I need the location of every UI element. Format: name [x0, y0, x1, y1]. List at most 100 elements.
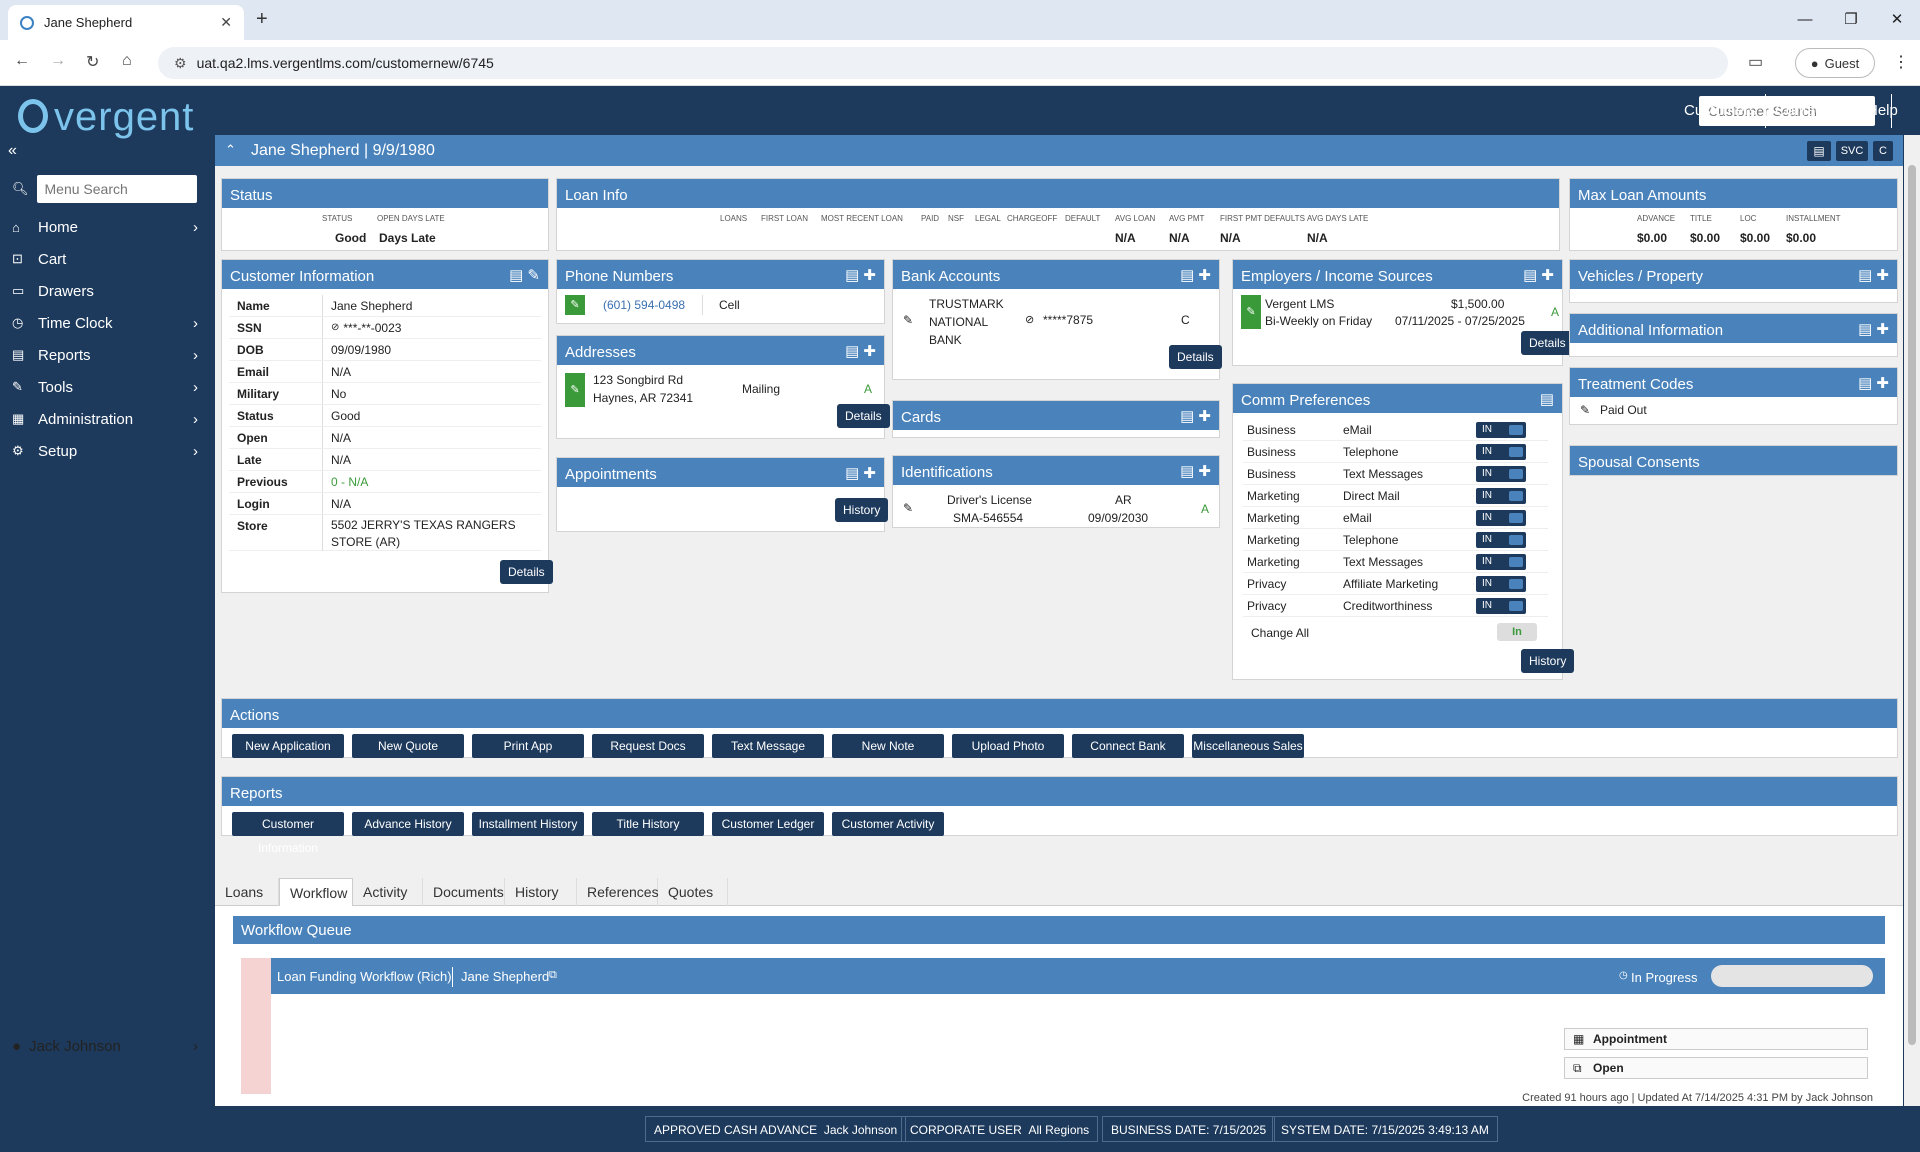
document-icon[interactable]: ▤: [1540, 391, 1554, 408]
sidebar-item-drawers[interactable]: ▭ Drawers: [12, 279, 198, 303]
sidebar-item-setup[interactable]: ⚙ Setup ›: [12, 439, 198, 463]
report-button[interactable]: Advance History: [352, 812, 464, 836]
profile-button[interactable]: ● Guest: [1795, 48, 1875, 78]
document-icon[interactable]: ▤: [845, 343, 859, 360]
close-tab-icon[interactable]: ✕: [220, 14, 232, 31]
comm-toggle[interactable]: IN: [1476, 466, 1526, 482]
help-link[interactable]: Help: [1867, 102, 1898, 119]
document-icon[interactable]: ▤: [1180, 267, 1194, 284]
sidebar-item-administration[interactable]: ▦ Administration ›: [12, 407, 198, 431]
sidebar-item-cart[interactable]: ⊡ Cart: [12, 247, 198, 271]
comm-toggle[interactable]: IN: [1476, 444, 1526, 460]
report-button[interactable]: Customer Ledger: [712, 812, 824, 836]
report-button[interactable]: Customer Activity: [832, 812, 944, 836]
report-button[interactable]: Installment History: [472, 812, 584, 836]
document-icon[interactable]: ▤: [1858, 375, 1872, 392]
document-icon[interactable]: ▤: [845, 267, 859, 284]
minimize-icon[interactable]: —: [1782, 0, 1828, 40]
appointments-history-button[interactable]: History: [835, 498, 889, 522]
add-icon[interactable]: ✚: [863, 267, 876, 284]
comm-toggle[interactable]: IN: [1476, 422, 1526, 438]
comm-history-button[interactable]: History: [1521, 649, 1575, 673]
tab-loans[interactable]: Loans: [215, 878, 279, 906]
reload-icon[interactable]: ↻: [86, 52, 99, 72]
edit-icon[interactable]: ✎: [1580, 403, 1590, 417]
menu-search-input[interactable]: [36, 175, 197, 203]
sidebar-item-tools[interactable]: ✎ Tools ›: [12, 375, 198, 399]
comm-toggle[interactable]: IN: [1476, 576, 1526, 592]
address-bar[interactable]: ⚙ uat.qa2.lms.vergentlms.com/customernew…: [158, 47, 1728, 79]
comm-toggle[interactable]: IN: [1476, 510, 1526, 526]
edit-icon[interactable]: ✎: [903, 313, 913, 327]
customer-details-button[interactable]: Details: [500, 560, 553, 584]
action-button[interactable]: Miscellaneous Sales: [1192, 734, 1304, 758]
menu-dots-icon[interactable]: ⋮: [1893, 52, 1909, 72]
address-details-button[interactable]: Details: [837, 404, 890, 428]
comm-toggle[interactable]: IN: [1476, 532, 1526, 548]
add-icon[interactable]: ✚: [863, 465, 876, 482]
cast-icon[interactable]: ▭: [1748, 52, 1763, 72]
browser-tab[interactable]: Jane Shepherd ✕: [8, 5, 244, 40]
phone-number-link[interactable]: (601) 594-0498: [603, 298, 685, 312]
masked-icon[interactable]: ⊘: [331, 322, 339, 333]
tab-documents[interactable]: Documents: [423, 878, 505, 906]
sidebar-item-reports[interactable]: ▤ Reports ›: [12, 343, 198, 367]
document-icon[interactable]: ▤: [1523, 267, 1537, 284]
page-scrollbar[interactable]: [1904, 135, 1920, 1106]
tab-activity[interactable]: Activity: [353, 878, 423, 906]
appointment-button[interactable]: ▦ Appointment: [1564, 1028, 1868, 1050]
svc-button[interactable]: SVC: [1836, 141, 1868, 161]
action-button[interactable]: New Application: [232, 734, 344, 758]
c-button[interactable]: C: [1873, 141, 1893, 161]
contact-us-link[interactable]: Contact Us: [1775, 102, 1849, 119]
report-button[interactable]: Title History: [592, 812, 704, 836]
workflow-customer-link[interactable]: Jane Shepherd: [461, 969, 549, 984]
comm-toggle[interactable]: IN: [1476, 598, 1526, 614]
open-button[interactable]: ⧉ Open: [1564, 1057, 1868, 1079]
document-icon[interactable]: ▤: [1180, 463, 1194, 480]
forward-icon[interactable]: →: [50, 52, 66, 70]
action-button[interactable]: Text Message: [712, 734, 824, 758]
workflow-name[interactable]: Loan Funding Workflow (Rich): [277, 969, 452, 984]
document-icon[interactable]: ▤: [1858, 321, 1872, 338]
action-button[interactable]: Print App: [472, 734, 584, 758]
add-icon[interactable]: ✚: [1198, 463, 1211, 480]
employer-details-button[interactable]: Details: [1521, 331, 1574, 355]
add-icon[interactable]: ✚: [1198, 267, 1211, 284]
add-icon[interactable]: ✚: [1876, 267, 1889, 284]
edit-icon[interactable]: ✎: [527, 267, 540, 284]
action-button[interactable]: Upload Photo: [952, 734, 1064, 758]
sidebar-item-time-clock[interactable]: ◷ Time Clock ›: [12, 311, 198, 335]
add-icon[interactable]: ✚: [1876, 375, 1889, 392]
add-icon[interactable]: ✚: [1541, 267, 1554, 284]
close-window-icon[interactable]: ✕: [1874, 0, 1920, 40]
collapse-header-icon[interactable]: ⌃: [225, 142, 236, 158]
document-icon[interactable]: ▤: [509, 267, 523, 284]
masked-icon[interactable]: ⊘: [1025, 313, 1034, 326]
edit-icon[interactable]: ✎: [565, 295, 585, 315]
back-icon[interactable]: ←: [14, 52, 30, 70]
document-icon[interactable]: ▤: [1858, 267, 1872, 284]
document-icon[interactable]: ▤: [1807, 141, 1831, 161]
tab-references[interactable]: References: [577, 878, 659, 906]
site-info-icon[interactable]: ⚙: [174, 55, 187, 72]
restore-icon[interactable]: ❐: [1828, 0, 1874, 40]
add-icon[interactable]: ✚: [863, 343, 876, 360]
current-user[interactable]: ● Jack Johnson ›: [12, 1038, 198, 1055]
change-all-toggle[interactable]: In: [1497, 623, 1537, 641]
document-icon[interactable]: ▤: [845, 465, 859, 482]
comm-toggle[interactable]: IN: [1476, 554, 1526, 570]
action-button[interactable]: Connect Bank: [1072, 734, 1184, 758]
new-tab-button[interactable]: +: [256, 8, 268, 31]
add-icon[interactable]: ✚: [1876, 321, 1889, 338]
comm-toggle[interactable]: IN: [1476, 488, 1526, 504]
home-browser-icon[interactable]: ⌂: [122, 52, 132, 70]
edit-icon[interactable]: ✎: [1241, 295, 1261, 329]
tab-history[interactable]: History: [505, 878, 577, 906]
tab-workflow[interactable]: Workflow: [279, 878, 353, 906]
collapse-sidebar-icon[interactable]: «: [8, 142, 17, 160]
action-button[interactable]: Request Docs: [592, 734, 704, 758]
bank-details-button[interactable]: Details: [1169, 345, 1222, 369]
edit-icon[interactable]: ✎: [903, 501, 913, 515]
add-icon[interactable]: ✚: [1198, 408, 1211, 425]
